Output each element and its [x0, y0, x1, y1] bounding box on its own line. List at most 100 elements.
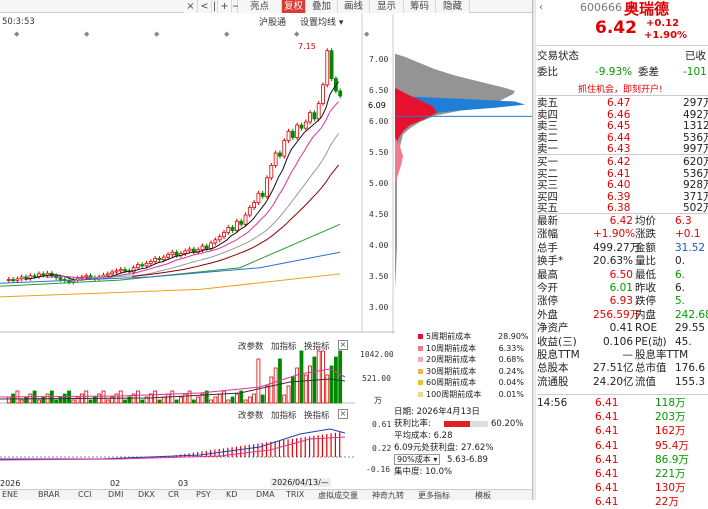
macd-add-button[interactable]: 加指标	[271, 409, 297, 421]
chip-legend-swatch	[418, 391, 423, 397]
toolbar-button-9[interactable]: 显示	[370, 0, 404, 13]
stat-label-2: 均价	[635, 215, 656, 227]
candle	[230, 226, 235, 231]
candle	[338, 90, 343, 97]
svg-text:◆: ◆	[224, 30, 230, 38]
volume-bar	[329, 365, 334, 404]
candle	[67, 280, 71, 283]
kline-chart[interactable]: ◆ ◆ ◆ ◆ ◆ ◆	[0, 14, 532, 334]
vol-close-icon[interactable]: ×	[338, 340, 348, 350]
volume-bar	[338, 350, 343, 404]
bottom-tab[interactable]: 虚拟成交量	[318, 490, 358, 500]
tape-volume: 118万	[655, 397, 686, 409]
tape-time: 14:56	[537, 397, 568, 409]
svg-text:◆: ◆	[294, 30, 300, 38]
bottom-tab[interactable]: ENE	[2, 490, 18, 500]
orderbook-price: 6.44	[607, 131, 631, 144]
candle	[15, 278, 20, 282]
vol-add-button[interactable]: 加指标	[271, 340, 297, 352]
macd-chart[interactable]	[0, 419, 355, 474]
stat-value: 0.41	[609, 322, 633, 335]
volume-bar	[161, 396, 166, 404]
candle	[136, 264, 140, 269]
stat-label-2: 量比	[635, 255, 656, 268]
orderbook-row: 买二 6.41 536万	[537, 167, 708, 180]
candle	[24, 276, 28, 279]
candle	[170, 251, 175, 256]
toolbar-button-0[interactable]: ×	[184, 0, 198, 13]
toolbar-button-7[interactable]: 叠加	[306, 0, 338, 13]
toolbar-button-5[interactable]: 亮点	[238, 0, 282, 13]
chip-legend-label: 100周期前成本	[426, 389, 482, 399]
orderbook-volume: 536万	[683, 167, 708, 180]
ob-divider	[537, 154, 708, 155]
chip-legend-row: 60周期前成本 0.04%	[418, 377, 524, 388]
toolbar-button-1[interactable]: <	[198, 0, 212, 13]
stat-label: 流通股	[537, 375, 569, 388]
bottom-tab[interactable]: 更多指标	[418, 490, 450, 500]
vol-params-button[interactable]: 改参数	[238, 340, 264, 352]
bottom-tab[interactable]: DMI	[108, 490, 123, 500]
candle	[325, 50, 330, 86]
stat-value-2: 31.52	[675, 241, 706, 254]
volume-bar	[299, 350, 304, 404]
tape-row: 6.41 86.9万	[537, 453, 708, 467]
toolbar-button-10[interactable]: 筹码	[404, 0, 436, 13]
stat-value-2: 45.	[675, 335, 692, 348]
macd-close-icon[interactable]: ×	[338, 409, 348, 419]
bottom-tab[interactable]: TRIX	[286, 490, 304, 500]
orderbook-label: 卖一	[537, 143, 558, 155]
candle	[200, 245, 205, 251]
open-account-link[interactable]: 抓住机会，即刻开户!	[578, 82, 663, 95]
candle	[273, 152, 278, 166]
volume-bar	[67, 390, 71, 404]
candle	[84, 275, 89, 278]
bottom-tab[interactable]: DKX	[138, 490, 155, 500]
trade-status-row: 交易状态 已收	[537, 51, 708, 62]
bottom-tab[interactable]: BRAR	[38, 490, 60, 500]
tape-price: 6.41	[595, 425, 619, 438]
bottom-tab[interactable]: KD	[226, 490, 237, 500]
vol-switch-button[interactable]: 换指标	[304, 340, 330, 352]
prev-stock-icon[interactable]: ‹	[539, 2, 543, 13]
candle	[247, 207, 252, 216]
stat-label: 收益(三)	[537, 335, 577, 348]
orderbook-label: 买三	[537, 179, 558, 191]
stat-row: 净资产 0.41 ROE 29.55	[537, 322, 708, 335]
quote-divider-2	[537, 95, 708, 96]
bottom-tab[interactable]: PSY	[196, 490, 211, 500]
tape-price: 6.41	[595, 468, 619, 480]
volume-chart[interactable]	[0, 349, 355, 404]
bottom-tab[interactable]: 模板	[475, 490, 491, 500]
bottom-tab[interactable]: DMA	[256, 490, 275, 500]
chip-legend-pct: 0.68%	[498, 355, 524, 364]
volume-bar	[196, 396, 201, 404]
stat-value-2: 5.	[675, 295, 686, 308]
orderbook-price: 6.38	[607, 202, 631, 214]
stat-label-2: 内盘	[635, 308, 656, 321]
bottom-tab[interactable]: 神奇九转	[372, 490, 404, 500]
stat-label: 今开	[537, 282, 558, 294]
orderbook-price: 6.40	[607, 179, 631, 191]
toolbar-button-6[interactable]: 复权	[282, 0, 306, 13]
chip-legend-label: 10周期前成本	[426, 343, 477, 353]
toolbar-button-11[interactable]: 隐藏	[436, 0, 470, 13]
weicha-label: 委差	[638, 66, 659, 78]
volume-bar	[6, 396, 11, 404]
macd-params-button[interactable]: 改参数	[238, 409, 264, 421]
stat-value: 6.42	[609, 215, 633, 227]
bottom-tab[interactable]: CCI	[78, 490, 92, 500]
candle	[105, 273, 110, 276]
volume-bar	[84, 390, 89, 404]
macd-switch-button[interactable]: 换指标	[304, 409, 330, 421]
cost-range-select[interactable]: 90%成本 ▾	[394, 454, 441, 465]
candle	[148, 261, 153, 264]
volume-bar	[179, 396, 183, 404]
toolbar-button-8[interactable]: 画线	[338, 0, 370, 13]
candle	[299, 124, 304, 129]
volume-bar	[157, 399, 162, 404]
bottom-tab[interactable]: CR	[168, 490, 179, 500]
toolbar-button-3[interactable]: +	[218, 0, 232, 13]
candle	[312, 112, 317, 120]
stat-row: 股息TTM — 股息率TTM	[537, 350, 708, 361]
